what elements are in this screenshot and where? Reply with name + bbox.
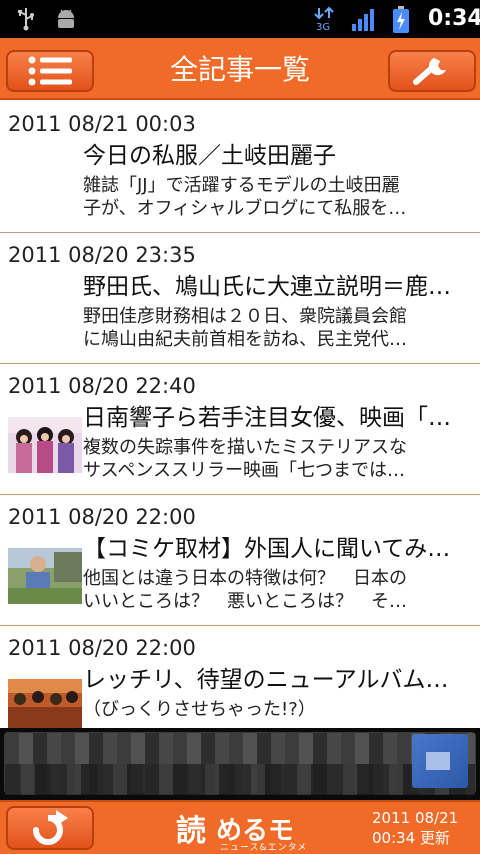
list-menu-icon [28,56,72,86]
article-item[interactable]: 2011 08/20 23:35 野田氏、鳩山氏に大連立説明＝鹿… 野田佳彦財務… [0,233,480,364]
article-headline: 今日の私服／土岐田麗子 [83,143,336,169]
status-clock: 0:34 [428,6,480,31]
last-updated-date: 2011 08/21 [372,809,459,827]
article-date: 2011 08/20 22:40 [8,374,196,398]
article-item[interactable]: 2011 08/20 22:00 【コミケ取材】外国人に聞いてみ… 他国とは違う… [0,495,480,626]
footer-bar: 読 めるモ ニュース&エンタメ 2011 08/21 00:34 更新 [0,800,480,854]
article-headline: レッチリ、待望のニューアルバム… [83,667,449,693]
article-thumbnail [8,548,82,604]
article-date: 2011 08/21 00:03 [8,112,196,136]
status-bar: 3G 0:34 [0,0,480,38]
network-3g-icon: 3G [313,6,337,36]
app-header: 全記事一覧 [0,38,480,100]
menu-button[interactable] [6,50,94,92]
svg-text:3G: 3G [316,22,330,32]
refresh-button[interactable] [6,806,94,850]
ad-logo-icon[interactable] [412,734,468,788]
article-item[interactable]: 2011 08/20 22:00 レッチリ、待望のニューアルバム… （びっくりさ… [0,626,480,728]
ad-content[interactable] [4,732,476,795]
article-summary: 雑誌「JJ」で活躍するモデルの土岐田麗 子が、オフィシャルブログにて私服を… [83,175,407,219]
wrench-icon [413,58,446,85]
article-headline: 【コミケ取材】外国人に聞いてみ… [83,536,451,562]
article-date: 2011 08/20 22:00 [8,505,196,529]
article-thumbnail [8,679,82,728]
article-thumbnail [8,417,82,473]
article-headline: 野田氏、鳩山氏に大連立説明＝鹿… [83,274,451,300]
app-logo-subtitle: ニュース&エンタメ [220,843,308,853]
article-summary: 他国とは違う日本の特徴は何？ 日本の いいところは？ 悪いところは？ そ… [83,568,407,612]
android-debug-icon [54,8,78,34]
article-item[interactable]: 2011 08/21 00:03 今日の私服／土岐田麗子 雑誌「JJ」で活躍する… [0,102,480,233]
article-summary: （びっくりさせちゃった!?） [83,699,316,720]
settings-button[interactable] [388,50,476,92]
usb-icon [16,7,36,35]
page-title: 全記事一覧 [169,53,310,86]
article-summary: 野田佳彦財務相は２０日、衆院議員会館 に鳩山由紀夫前首相を訪ね、民主党代… [83,306,407,350]
ad-banner[interactable] [0,728,480,800]
article-list: 2011 08/21 00:03 今日の私服／土岐田麗子 雑誌「JJ」で活躍する… [0,102,480,728]
last-updated-time: 00:34 更新 [372,829,450,847]
article-headline: 日南響子ら若手注目女優、映画「… [83,405,451,431]
refresh-arrow-icon [33,810,68,845]
article-date: 2011 08/20 23:35 [8,243,196,267]
article-date: 2011 08/20 22:00 [8,636,196,660]
app-logo: 読 めるモ ニュース&エンタメ [176,806,316,853]
article-summary: 複数の失踪事件を描いたミステリアスな サスペンススリラー映画「七つまでは… [83,437,407,481]
article-item[interactable]: 2011 08/20 22:40 日南響子ら若手注目女優、映画「… 複数の失踪事… [0,364,480,495]
app-logo-kanji: 読 [176,814,206,849]
battery-charging-icon [392,6,410,38]
last-updated: 2011 08/21 00:34 更新 [372,808,476,848]
signal-strength-icon [351,8,377,36]
